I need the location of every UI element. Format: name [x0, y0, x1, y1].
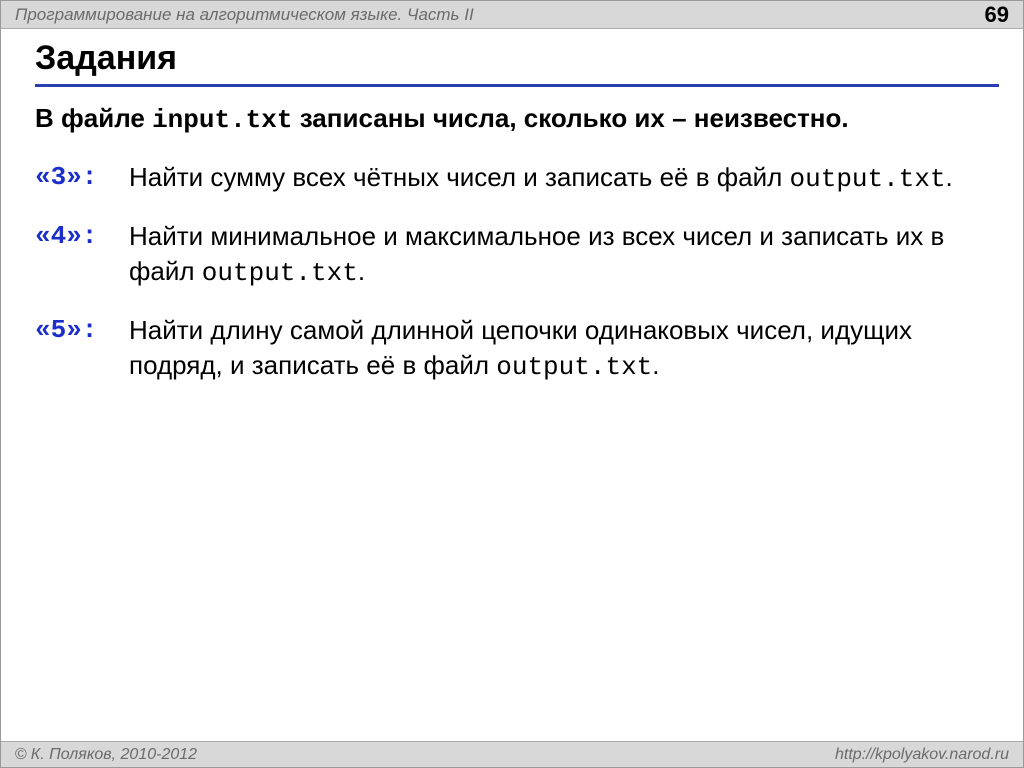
task-item: «3»: Найти сумму всех чётных чисел и зап…: [35, 160, 999, 197]
task-text: Найти минимальное и максимальное из всех…: [129, 219, 999, 291]
copyright-text: К. Поляков, 2010-2012: [31, 746, 197, 763]
task-before: Найти сумму всех чётных чисел и записать…: [129, 162, 790, 192]
task-label: «4»:: [35, 219, 129, 254]
intro-after: записаны числа, сколько их – неизвестно.: [293, 103, 849, 133]
header-title: Программирование на алгоритмическом язык…: [15, 5, 474, 25]
task-code: output.txt: [202, 258, 358, 288]
slide-footer: ©К. Поляков, 2010-2012 http://kpolyakov.…: [1, 741, 1023, 767]
intro-code: input.txt: [152, 105, 292, 135]
section-heading: Задания: [35, 39, 999, 87]
intro-before: В файле: [35, 103, 152, 133]
task-text: Найти сумму всех чётных чисел и записать…: [129, 160, 999, 197]
footer-copyright: ©К. Поляков, 2010-2012: [15, 746, 197, 764]
task-item: «4»: Найти минимальное и максимальное из…: [35, 219, 999, 291]
task-item: «5»: Найти длину самой длинной цепочки о…: [35, 313, 999, 385]
slide-header: Программирование на алгоритмическом язык…: [1, 1, 1023, 29]
slide: Программирование на алгоритмическом язык…: [0, 0, 1024, 768]
task-after: .: [358, 256, 365, 286]
page-number: 69: [985, 2, 1009, 28]
task-code: output.txt: [496, 352, 652, 382]
slide-body: Задания В файле input.txt записаны числа…: [1, 29, 1023, 741]
task-label: «3»:: [35, 160, 129, 195]
task-after: .: [652, 350, 659, 380]
footer-url: http://kpolyakov.narod.ru: [835, 746, 1009, 764]
task-text: Найти длину самой длинной цепочки одинак…: [129, 313, 999, 385]
task-label: «5»:: [35, 313, 129, 348]
intro-text: В файле input.txt записаны числа, скольк…: [35, 101, 999, 138]
copyright-icon: ©: [15, 746, 27, 763]
task-code: output.txt: [790, 164, 946, 194]
task-after: .: [946, 162, 953, 192]
